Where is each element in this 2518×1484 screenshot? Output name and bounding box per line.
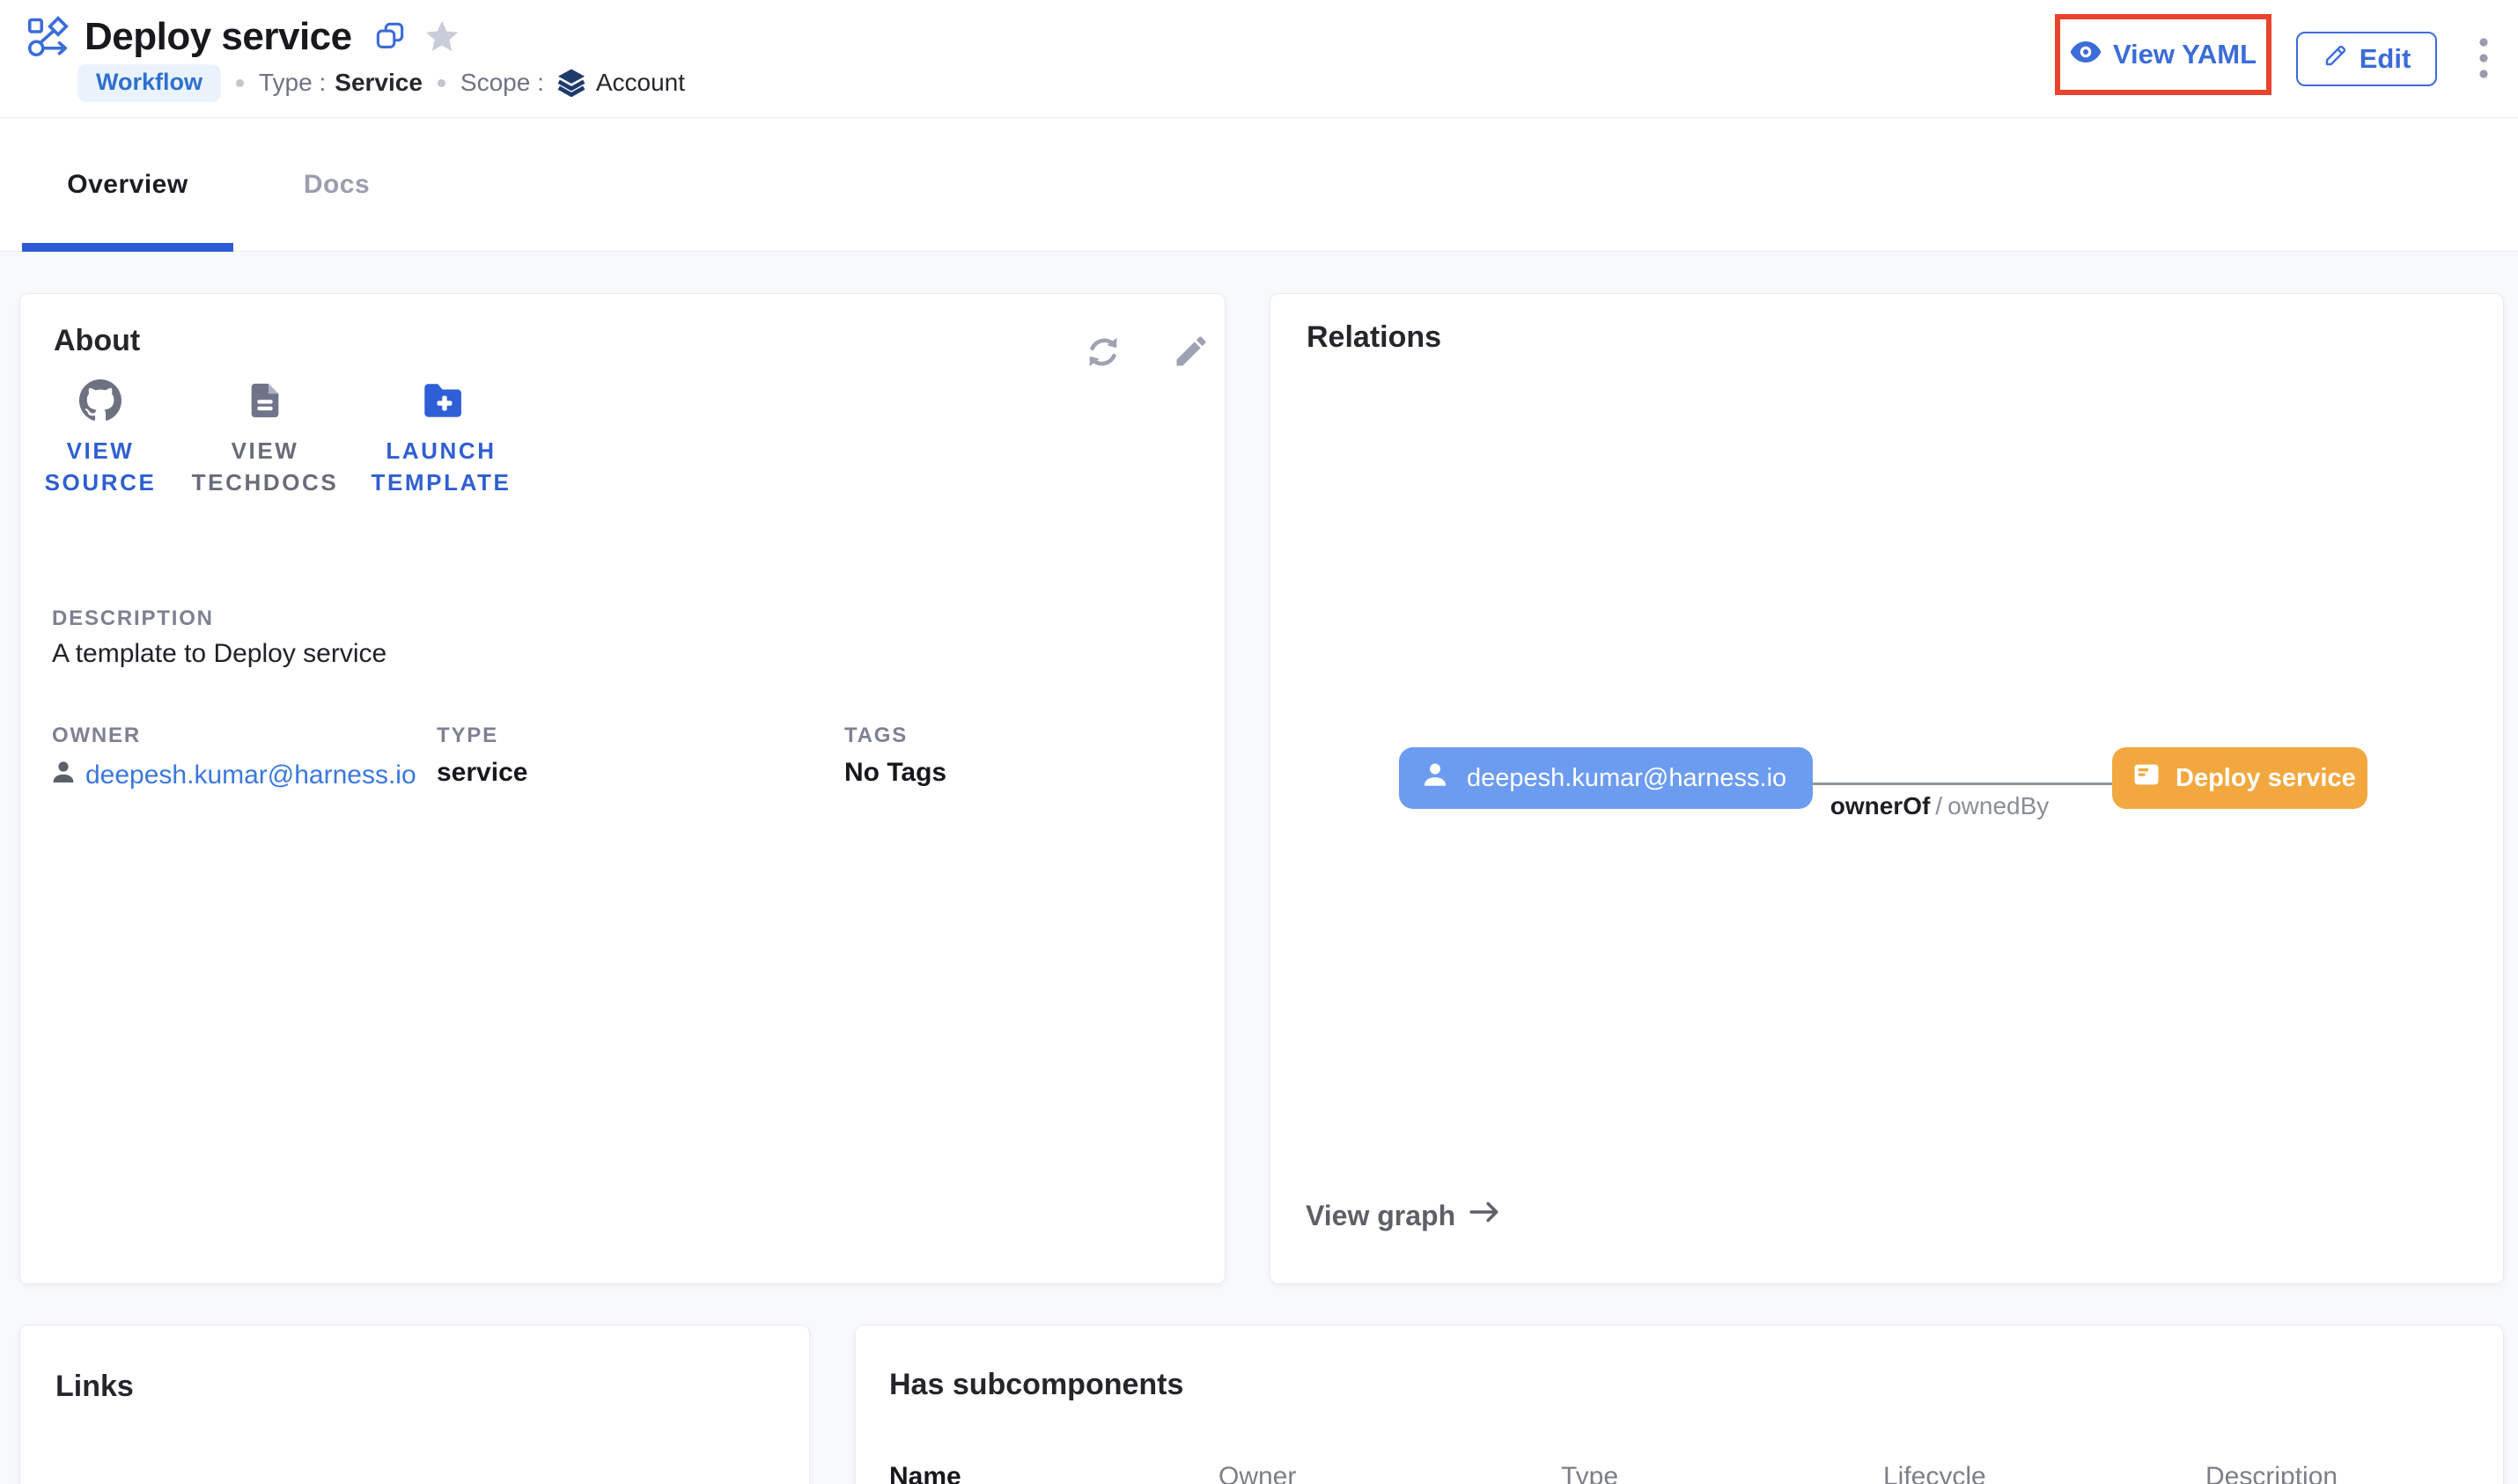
subcomponents-card-title: Has subcomponents [889, 1368, 1183, 1402]
layers-icon [555, 66, 588, 99]
techdocs-icon [177, 378, 353, 422]
relation-reverse-label: ownedBy [1947, 792, 2049, 819]
type-field-label: TYPE [437, 724, 498, 748]
about-card: About VIEW SOURCE [19, 293, 1226, 1284]
description-label: DESCRIPTION [52, 606, 214, 631]
description-value: A template to Deploy service [52, 639, 387, 669]
type-value: Service [335, 69, 423, 97]
entity-meta-row: Workflow Type : Service Scope : Account [77, 64, 685, 101]
github-icon [12, 378, 188, 422]
relation-node-owner-label: deepesh.kumar@harness.io [1467, 764, 1786, 793]
separator-dot [236, 79, 244, 87]
view-source-action[interactable]: VIEW SOURCE [12, 378, 188, 498]
copy-icon [373, 19, 407, 55]
kebab-icon [2478, 36, 2489, 83]
owner-value-text: deepesh.kumar@harness.io [85, 760, 416, 790]
workflow-icon [26, 16, 69, 58]
owner-link[interactable]: deepesh.kumar@harness.io [49, 758, 416, 793]
view-graph-label: View graph [1306, 1200, 1455, 1232]
edit-button[interactable]: Edit [2296, 32, 2437, 86]
more-options-button[interactable] [2465, 32, 2502, 86]
folder-plus-icon [353, 378, 529, 422]
column-header-name[interactable]: Name [889, 1462, 961, 1484]
relation-node-owner[interactable]: deepesh.kumar@harness.io [1399, 747, 1813, 809]
page-title: Deploy service [85, 15, 352, 59]
favorite-star-button[interactable] [423, 18, 461, 56]
type-value: service [437, 758, 527, 788]
view-techdocs-label: VIEW TECHDOCS [177, 435, 353, 498]
tab-overview[interactable]: Overview [22, 119, 233, 251]
tab-docs[interactable]: Docs [255, 119, 418, 251]
refresh-icon [1082, 363, 1124, 376]
arrow-right-icon [1469, 1199, 1502, 1232]
edit-label: Edit [2360, 43, 2411, 75]
separator-dot [438, 79, 445, 87]
tags-value: No Tags [844, 758, 946, 788]
copy-name-button[interactable] [373, 20, 407, 54]
view-yaml-highlight-box: View YAML [2055, 14, 2271, 95]
links-card-title: Links [55, 1370, 134, 1404]
relation-node-entity-label: Deploy service [2176, 764, 2356, 793]
relations-card-title: Relations [1307, 320, 1441, 355]
column-header-description[interactable]: Description [2205, 1462, 2338, 1484]
links-card: Links [19, 1325, 810, 1484]
column-header-type[interactable]: Type [1561, 1462, 1618, 1484]
column-header-lifecycle[interactable]: Lifecycle [1883, 1462, 1986, 1484]
edit-metadata-button[interactable] [1170, 331, 1212, 373]
tab-bar: Overview Docs [0, 119, 2518, 252]
relation-edge-label: ownerOf/ownedBy [1794, 792, 2085, 820]
eye-icon [2070, 39, 2102, 70]
person-icon [49, 758, 77, 793]
pencil-icon [1172, 360, 1211, 373]
page-header: Deploy service Workflow Type : Service S… [0, 0, 2518, 118]
kind-badge: Workflow [77, 64, 221, 102]
view-graph-link[interactable]: View graph [1306, 1199, 1502, 1232]
launch-template-action[interactable]: LAUNCH TEMPLATE [353, 378, 529, 498]
relations-card: Relations ownerOf/ownedBy deepesh.kumar@… [1270, 293, 2504, 1284]
star-icon [423, 17, 461, 58]
relation-edge-line [1813, 782, 2112, 785]
template-card-icon [2131, 760, 2161, 797]
person-icon [1420, 760, 1450, 797]
pencil-icon [2323, 42, 2349, 76]
refresh-button[interactable] [1082, 331, 1124, 373]
relation-node-entity[interactable]: Deploy service [2112, 747, 2367, 809]
title-row: Deploy service [26, 12, 461, 62]
launch-template-label: LAUNCH TEMPLATE [353, 435, 529, 498]
view-source-label: VIEW SOURCE [12, 435, 188, 498]
column-header-owner[interactable]: Owner [1219, 1462, 1296, 1484]
view-techdocs-action[interactable]: VIEW TECHDOCS [177, 378, 353, 498]
view-yaml-label: View YAML [2113, 39, 2257, 70]
tags-label: TAGS [844, 724, 908, 748]
subcomponents-card: Has subcomponents Name Owner Type Lifecy… [855, 1325, 2504, 1484]
scope-value: Account [596, 69, 685, 97]
relation-separator: / [1935, 792, 1942, 819]
owner-label: OWNER [52, 724, 141, 748]
type-label: Type : [259, 69, 326, 97]
scope-label: Scope : [460, 69, 544, 97]
about-card-title: About [54, 324, 140, 358]
relation-forward-label: ownerOf [1830, 792, 1931, 819]
view-yaml-button[interactable]: View YAML [2070, 39, 2257, 70]
